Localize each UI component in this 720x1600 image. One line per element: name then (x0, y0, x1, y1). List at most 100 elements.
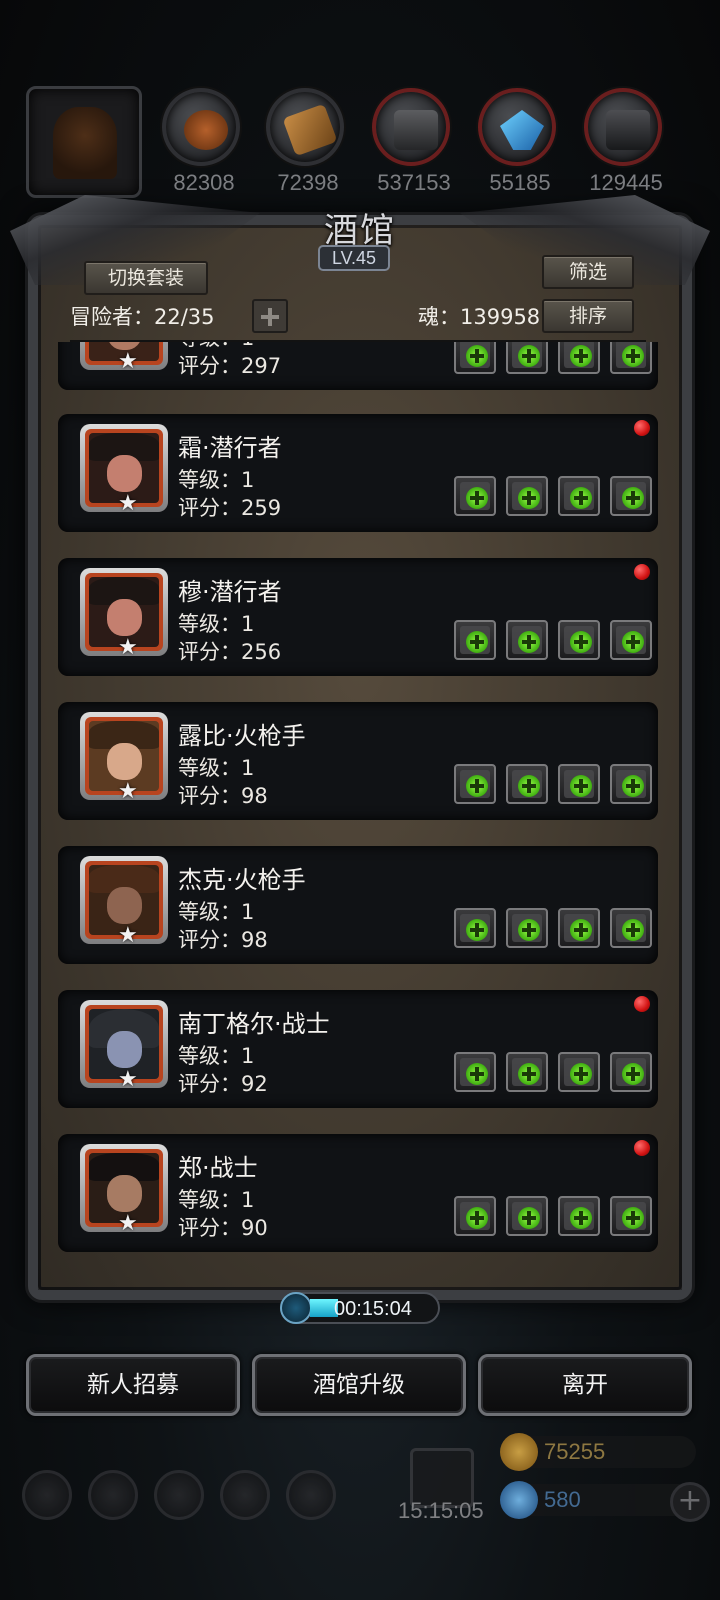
star-menu-icon[interactable] (88, 1470, 138, 1520)
adventurer-row[interactable]: ★ 穆·潜行者 等级：1 评分：256 (58, 558, 658, 676)
add-slot-button[interactable] (252, 299, 288, 333)
accessory-slot-2[interactable] (610, 908, 652, 948)
armor-slot[interactable] (506, 342, 548, 374)
adventurer-level: 等级：1 (178, 756, 255, 780)
add-green-icon (622, 631, 644, 653)
adventurer-portrait[interactable]: ★ (80, 568, 168, 660)
accessory-slot-2[interactable] (610, 1196, 652, 1236)
adventurer-name: 南丁格尔·战士 (178, 1010, 330, 1038)
resource-value: 537153 (377, 170, 451, 195)
adventurer-score: 评分：92 (178, 1072, 268, 1096)
resource-iron[interactable]: 129445 (584, 88, 668, 195)
adventurer-portrait[interactable]: ★ (80, 856, 168, 948)
adventurer-portrait[interactable]: ★ (80, 712, 168, 804)
adventurer-portrait[interactable]: ★ (80, 342, 168, 374)
accessory-slot[interactable] (558, 908, 600, 948)
add-green-icon (622, 487, 644, 509)
leave-button[interactable]: 离开 (478, 1354, 692, 1416)
add-green-icon (622, 775, 644, 797)
mail-icon[interactable] (220, 1470, 270, 1520)
armor-slot[interactable] (506, 1196, 548, 1236)
adventurer-portrait[interactable]: ★ (80, 1000, 168, 1092)
adventurer-score: 评分：98 (178, 784, 268, 808)
add-green-icon (518, 1063, 540, 1085)
accessory-slot-2[interactable] (610, 764, 652, 804)
resource-value: 55185 (489, 170, 551, 195)
accessory-slot-2[interactable] (610, 342, 652, 374)
armor-slot[interactable] (506, 620, 548, 660)
accessory-slot-2[interactable] (610, 476, 652, 516)
switch-outfit-button[interactable]: 切换套装 (84, 261, 208, 295)
star-icon: ★ (118, 635, 138, 660)
adventurer-row[interactable]: ★ 杰克·火枪手 等级：1 评分：98 (58, 846, 658, 964)
add-green-icon (570, 345, 592, 367)
adventurer-level: 等级：1 (178, 612, 255, 636)
gem-icon (500, 1481, 538, 1519)
add-green-icon (466, 345, 488, 367)
weapon-slot[interactable] (454, 1196, 496, 1236)
adventurer-level: 等级：1 (178, 468, 255, 492)
star-icon: ★ (118, 923, 138, 948)
adventurer-list[interactable]: ★ 等级：1 评分：297 ★ 霜·潜行者 等级：1 评分：259 ★ 穆·潜行… (58, 342, 662, 1254)
star-icon: ★ (118, 349, 138, 374)
resource-meat[interactable]: 82308 (162, 88, 246, 195)
armor-slot[interactable] (506, 1052, 548, 1092)
crystal-icon (500, 110, 544, 150)
weapon-slot[interactable] (454, 908, 496, 948)
accessory-slot[interactable] (558, 342, 600, 374)
weapon-slot[interactable] (454, 620, 496, 660)
accessory-slot[interactable] (558, 1196, 600, 1236)
adventurer-portrait[interactable]: ★ (80, 424, 168, 516)
armor-slot[interactable] (506, 476, 548, 516)
add-green-icon (518, 631, 540, 653)
filter-button[interactable]: 筛选 (542, 255, 634, 289)
resource-wood[interactable]: 72398 (266, 88, 350, 195)
adventurer-row[interactable]: ★ 露比·火枪手 等级：1 评分：98 (58, 702, 658, 820)
add-green-icon (570, 487, 592, 509)
character-portrait-button[interactable] (26, 86, 142, 198)
notification-dot (634, 1140, 650, 1156)
resource-stone[interactable]: 537153 (372, 88, 456, 195)
tavern-panel: 酒馆 LV.45 切换套装 筛选 排序 冒险者：22/35 魂：139958 ★… (10, 195, 710, 1310)
adventurer-row[interactable]: ★ 霜·潜行者 等级：1 评分：259 (58, 414, 658, 532)
weapon-slot[interactable] (454, 476, 496, 516)
adventurer-name: 霜·潜行者 (178, 434, 282, 462)
accessory-slot[interactable] (558, 620, 600, 660)
add-currency-button[interactable]: + (670, 1482, 710, 1522)
add-green-icon (518, 775, 540, 797)
adventurer-score: 评分：256 (178, 640, 282, 664)
armor-slot[interactable] (506, 764, 548, 804)
star-icon: ★ (118, 779, 138, 804)
castle-icon[interactable] (154, 1470, 204, 1520)
chat-icon[interactable] (286, 1470, 336, 1520)
accessory-slot[interactable] (558, 476, 600, 516)
sort-button[interactable]: 排序 (542, 299, 634, 333)
adventurer-name: 穆·潜行者 (178, 578, 282, 606)
star-icon: ★ (118, 1067, 138, 1092)
armor-slot[interactable] (506, 908, 548, 948)
weapon-slot[interactable] (454, 1052, 496, 1092)
accessory-slot[interactable] (558, 764, 600, 804)
settings-gear-icon[interactable] (22, 1470, 72, 1520)
add-green-icon (570, 1063, 592, 1085)
recruit-button[interactable]: 新人招募 (26, 1354, 240, 1416)
accessory-slot-2[interactable] (610, 620, 652, 660)
add-green-icon (622, 1207, 644, 1229)
adventurer-row[interactable]: ★ 郑·战士 等级：1 评分：90 (58, 1134, 658, 1252)
resource-crystal[interactable]: 55185 (478, 88, 562, 195)
add-green-icon (518, 919, 540, 941)
weapon-slot[interactable] (454, 764, 496, 804)
add-green-icon (570, 631, 592, 653)
resource-value: 129445 (589, 170, 663, 195)
clock-icon (280, 1292, 312, 1324)
adventurer-portrait[interactable]: ★ (80, 1144, 168, 1236)
weapon-slot[interactable] (454, 342, 496, 374)
add-green-icon (570, 919, 592, 941)
accessory-slot-2[interactable] (610, 1052, 652, 1092)
adventurer-row[interactable]: ★ 南丁格尔·战士 等级：1 评分：92 (58, 990, 658, 1108)
accessory-slot[interactable] (558, 1052, 600, 1092)
wood-plank-icon (282, 103, 338, 157)
upgrade-tavern-button[interactable]: 酒馆升级 (252, 1354, 466, 1416)
add-green-icon (466, 1063, 488, 1085)
adventurer-row[interactable]: ★ 等级：1 评分：297 (58, 342, 658, 390)
